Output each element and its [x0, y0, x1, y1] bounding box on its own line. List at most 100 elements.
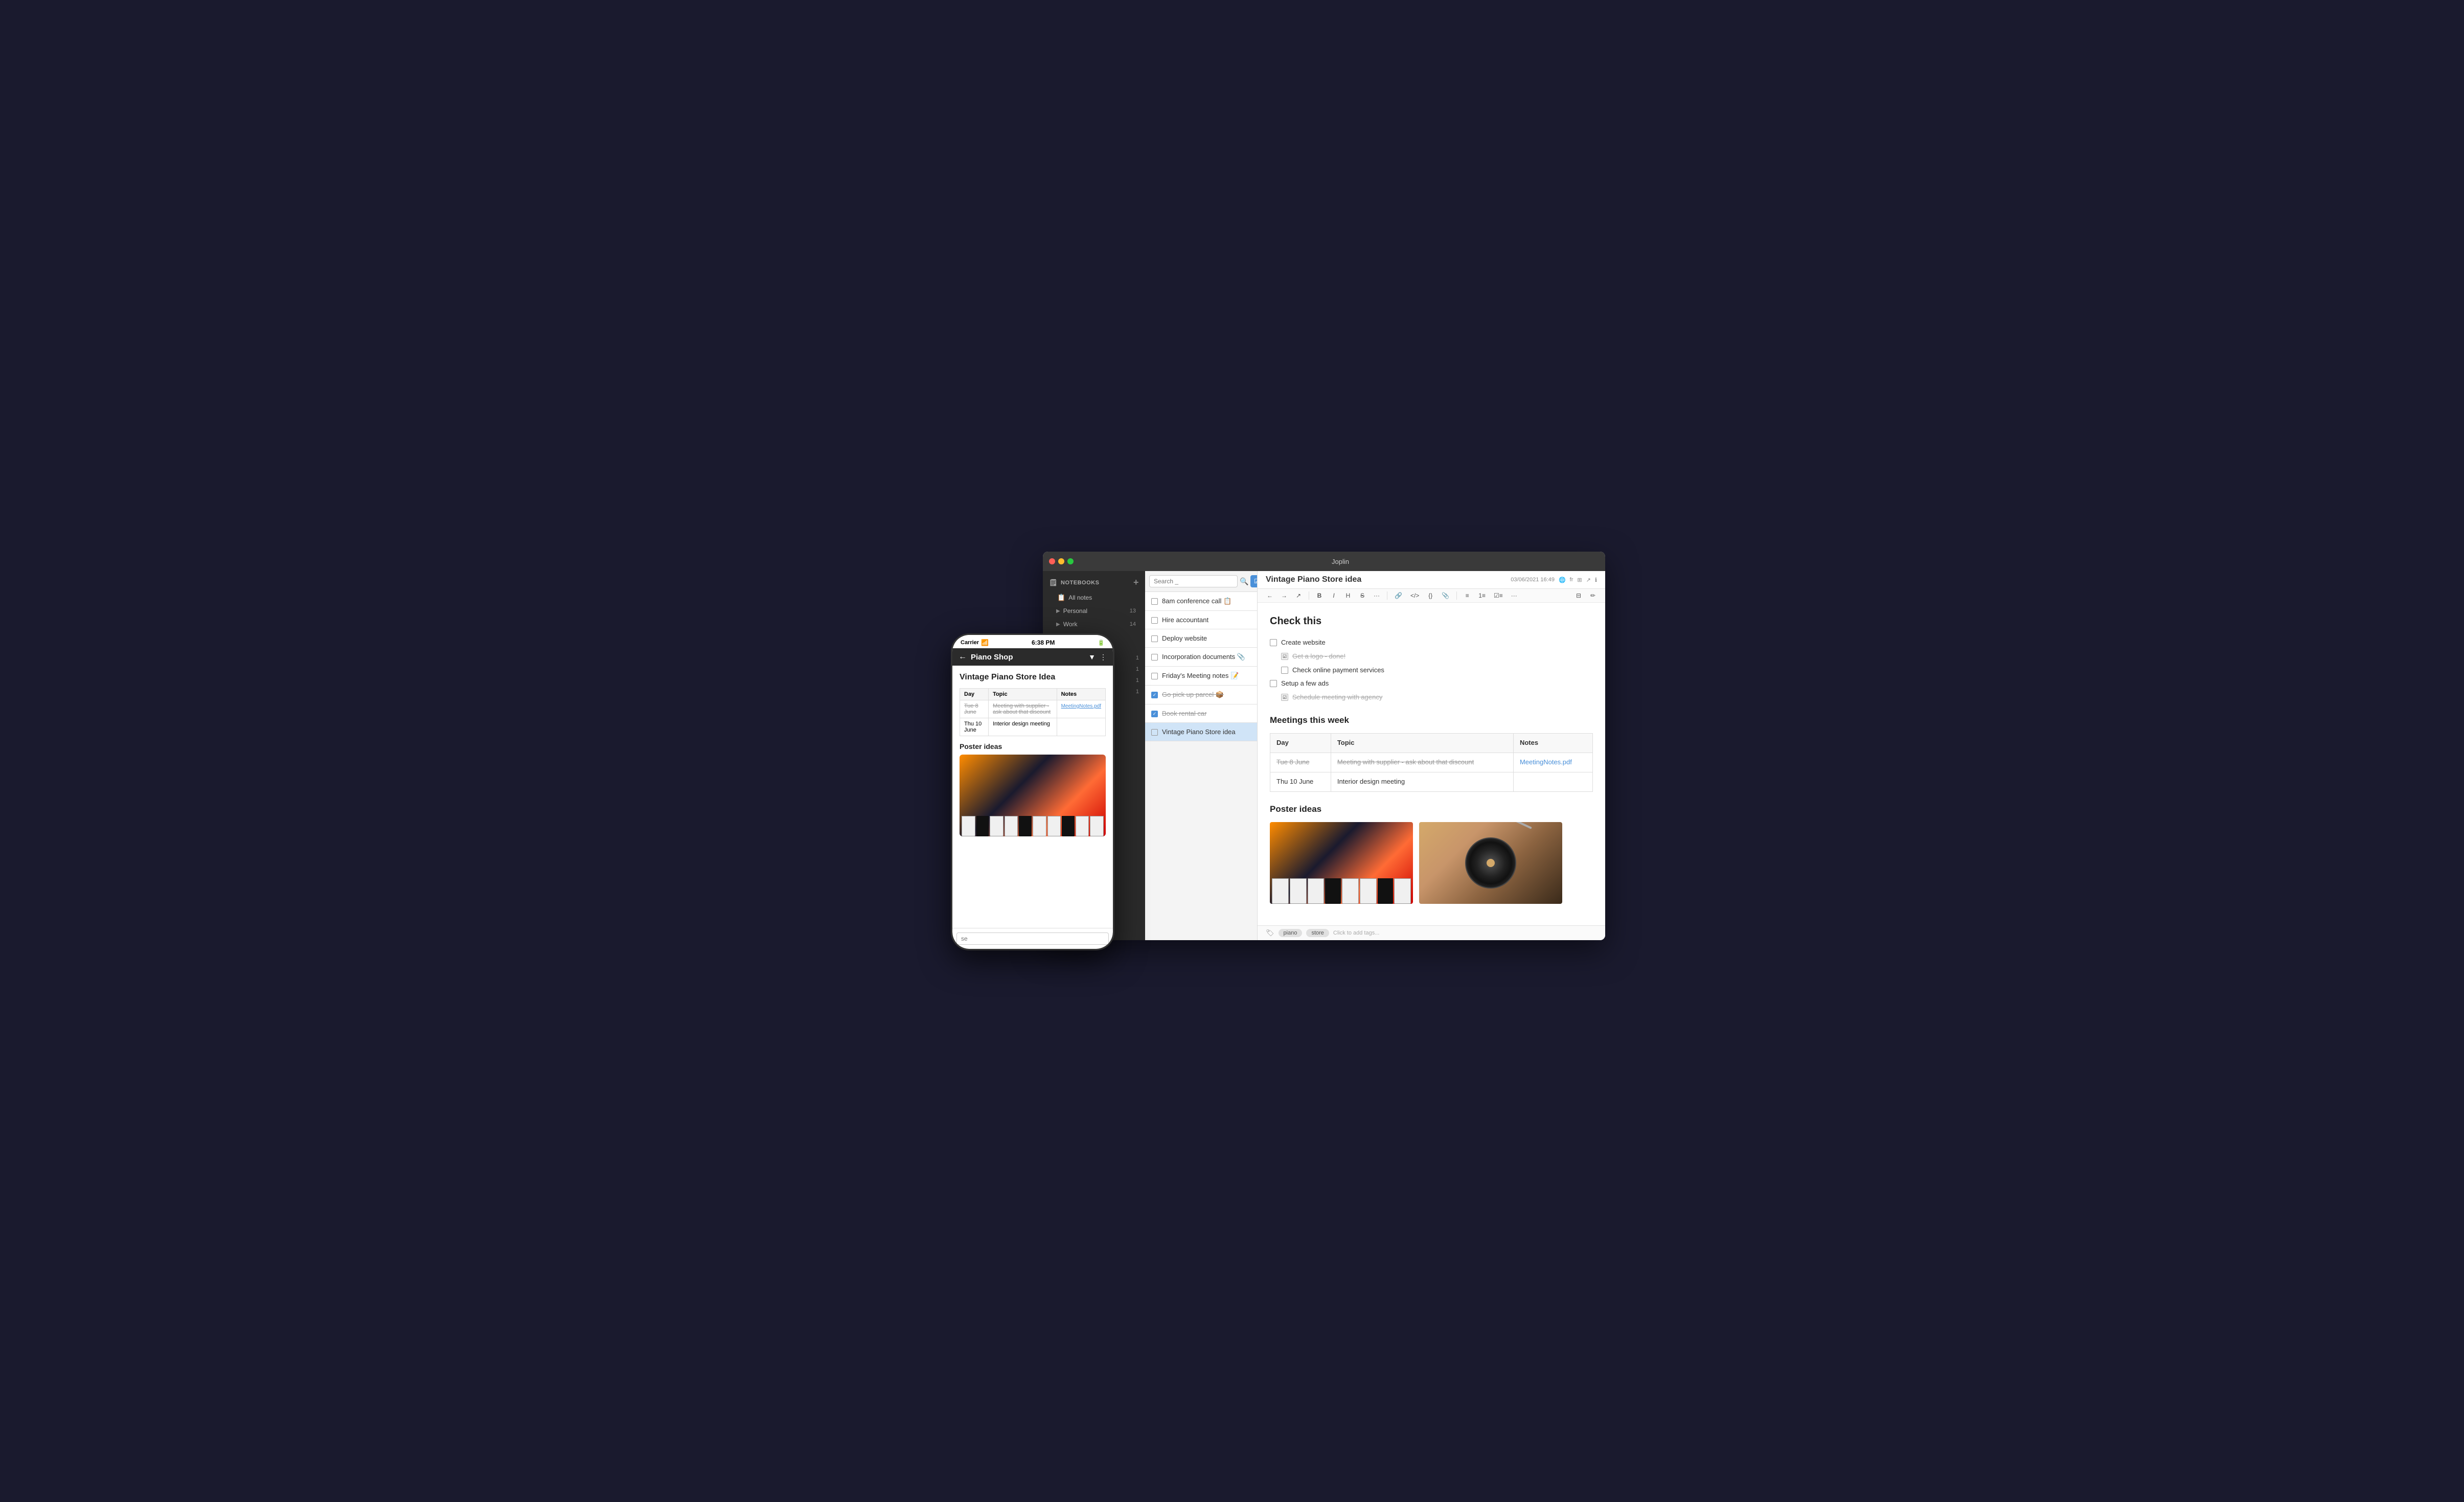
mobile-device: Carrier 📶 6:38 PM 🔋 ← Piano Shop ▼ ⋮ Vin… [951, 633, 1114, 950]
note-item-8am[interactable]: 8am conference call 📋 [1145, 592, 1257, 611]
editor-date: 03/06/2021 16:49 [1511, 577, 1555, 583]
desktop-app: Joplin 🗒 NOTEBOOKS + 📋 All notes ▶ Perso… [1043, 552, 1605, 940]
check-item-label: Schedule meeting with agency [1292, 692, 1382, 703]
note-checkbox-checked[interactable]: ✓ [1151, 692, 1158, 698]
title-bar: Joplin [1043, 552, 1605, 571]
note-checkbox[interactable] [1151, 635, 1158, 642]
editor-panel: Vintage Piano Store idea 03/06/2021 16:4… [1258, 571, 1605, 940]
table-cell-topic: Meeting with supplier - ask about that d… [1331, 753, 1513, 772]
traffic-lights [1049, 558, 1074, 564]
dropdown-icon[interactable]: ▼ [1088, 653, 1096, 662]
notebooks-icon: 🗒 [1049, 579, 1058, 587]
search-bar: 🔍 ☑ ⊞ [1145, 571, 1257, 592]
mobile-meetings-table: Day Topic Notes Tue 8 June Meeting with … [960, 688, 1106, 736]
app-title: Joplin [1082, 558, 1599, 565]
code-button[interactable]: </> [1407, 591, 1422, 600]
mobile-table-topic: Meeting with supplier - ask about that d… [989, 700, 1057, 718]
highlight-button[interactable]: H [1342, 591, 1354, 600]
check-item-payment: Check online payment services [1281, 665, 1593, 676]
section2-heading: Meetings this week [1270, 713, 1593, 727]
search-input[interactable] [1149, 575, 1238, 587]
note-checkbox[interactable] [1151, 729, 1158, 736]
note-checkbox-checked[interactable]: ✓ [1151, 711, 1158, 717]
italic-button[interactable]: I [1328, 591, 1340, 600]
checkbox-agency[interactable]: ☑ [1281, 694, 1288, 701]
note-item-pickup[interactable]: ✓ Go pick up parcel 📦 [1145, 686, 1257, 704]
note-checkbox[interactable] [1151, 654, 1158, 661]
mobile-content: Vintage Piano Store Idea Day Topic Notes… [952, 666, 1113, 928]
all-notes-icon: 📋 [1057, 594, 1065, 602]
checkbox-create-website[interactable] [1270, 639, 1277, 646]
mobile-search-area [952, 928, 1113, 949]
table-cell-topic: Interior design meeting [1331, 772, 1513, 791]
mobile-nav-bar: ← Piano Shop ▼ ⋮ [952, 648, 1113, 666]
tag-icon: 🏷 [1266, 929, 1274, 937]
notebooks-header: 🗒 NOTEBOOKS + [1043, 571, 1145, 591]
sidebar-item-personal[interactable]: ▶ Personal 13 [1046, 605, 1142, 617]
mobile-table-header-notes: Notes [1057, 689, 1105, 700]
info-icon: ℹ [1595, 577, 1597, 583]
edit-button[interactable]: ✏ [1587, 591, 1599, 600]
more-options-icon[interactable]: ⋮ [1100, 653, 1107, 662]
mobile-table-day: Tue 8 June [960, 700, 989, 718]
tag-piano[interactable]: piano [1279, 929, 1303, 937]
minimize-button[interactable] [1058, 558, 1064, 564]
meeting-notes-link[interactable]: MeetingNotes.pdf [1520, 758, 1572, 766]
add-tag-button[interactable]: Click to add tags... [1333, 930, 1380, 936]
bold-button[interactable]: B [1313, 591, 1326, 600]
table-cell-notes: MeetingNotes.pdf [1513, 753, 1592, 772]
section3-heading: Poster ideas [1270, 802, 1593, 816]
note-item-deploy[interactable]: Deploy website [1145, 629, 1257, 648]
editor-lang: fr [1570, 577, 1573, 583]
check-item-logo: ☑ Get a logo - done! [1281, 651, 1593, 662]
table-cell-day: Tue 8 June [1270, 753, 1331, 772]
checkbox-payment[interactable] [1281, 667, 1288, 674]
sidebar-item-all-notes[interactable]: 📋 All notes [1043, 591, 1145, 604]
note-checkbox[interactable] [1151, 598, 1158, 605]
mobile-screen: Carrier 📶 6:38 PM 🔋 ← Piano Shop ▼ ⋮ Vin… [952, 635, 1113, 949]
search-icon[interactable]: 🔍 [1240, 577, 1248, 586]
note-item-incorp[interactable]: Incorporation documents 📎 [1145, 648, 1257, 667]
mobile-poster-image [960, 755, 1106, 836]
table-row: Thu 10 June Interior design meeting [960, 718, 1106, 736]
back-button[interactable]: ← [959, 652, 967, 662]
note-item-friday[interactable]: Friday's Meeting notes 📝 [1145, 667, 1257, 686]
mobile-search-input[interactable] [956, 932, 1109, 945]
back-button[interactable]: ← [1264, 591, 1276, 600]
editor-header: Vintage Piano Store idea 03/06/2021 16:4… [1258, 571, 1605, 589]
checkbox-logo[interactable]: ☑ [1281, 653, 1288, 660]
sidebar-item-work[interactable]: ▶ Work 14 [1046, 618, 1142, 630]
view-list-button[interactable]: ☑ [1250, 575, 1258, 587]
more-button[interactable]: ··· [1371, 591, 1383, 600]
note-checkbox[interactable] [1151, 673, 1158, 679]
close-button[interactable] [1049, 558, 1055, 564]
attachment-button[interactable]: 📎 [1439, 591, 1452, 600]
bullet-list-button[interactable]: ≡ [1461, 591, 1473, 600]
link-button[interactable]: 🔗 [1391, 591, 1405, 600]
poster-image-vinyl [1419, 822, 1562, 904]
code-block-button[interactable]: {} [1424, 591, 1436, 600]
note-item-hire[interactable]: Hire accountant [1145, 611, 1257, 629]
check-item-label: Setup a few ads [1281, 678, 1329, 689]
mobile-time: 6:38 PM [1032, 639, 1055, 646]
more-button-2[interactable]: ··· [1508, 591, 1520, 600]
ordered-list-button[interactable]: 1≡ [1475, 591, 1489, 600]
strikethrough-button[interactable]: S [1356, 591, 1368, 600]
add-notebook-button[interactable]: + [1133, 577, 1139, 588]
mobile-table-header-day: Day [960, 689, 989, 700]
mobile-piano-bg [960, 755, 1106, 836]
note-list: 🔍 ☑ ⊞ 8am conference call 📋 Hire account… [1145, 571, 1258, 940]
external-link-button[interactable]: ↗ [1292, 591, 1305, 600]
check-list-button[interactable]: ☑≡ [1491, 591, 1506, 600]
maximize-button[interactable] [1067, 558, 1074, 564]
mobile-table-topic: Interior design meeting [989, 718, 1057, 736]
toggle-editor-button[interactable]: ⊟ [1572, 591, 1585, 600]
note-item-rental[interactable]: ✓ Book rental car [1145, 704, 1257, 723]
poster-image-piano [1270, 822, 1413, 904]
forward-button[interactable]: → [1278, 591, 1290, 600]
tag-store[interactable]: store [1306, 929, 1329, 937]
mobile-notes-link[interactable]: MeetingNotes.pdf [1061, 703, 1101, 709]
note-item-vintage[interactable]: Vintage Piano Store idea [1145, 723, 1257, 741]
checkbox-ads[interactable] [1270, 680, 1277, 687]
note-checkbox[interactable] [1151, 617, 1158, 624]
